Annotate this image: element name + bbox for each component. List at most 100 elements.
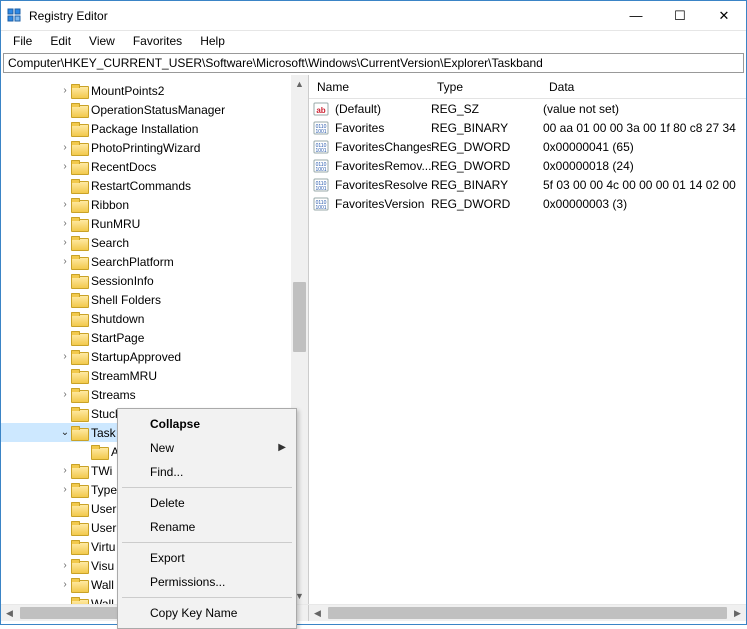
menu-favorites[interactable]: Favorites bbox=[125, 32, 190, 50]
tree-item[interactable]: › Ribbon bbox=[1, 195, 308, 214]
value-type: REG_SZ bbox=[431, 102, 543, 116]
chevron-right-icon[interactable]: › bbox=[59, 85, 71, 96]
work-area: ›MountPoints2 OperationStatusManager Packa… bbox=[1, 75, 746, 604]
tree-label: RestartCommands bbox=[91, 179, 191, 193]
folder-icon bbox=[71, 217, 87, 230]
svg-text:1001: 1001 bbox=[315, 148, 326, 154]
column-data[interactable]: Data bbox=[541, 76, 746, 98]
list-hscroll-right-icon[interactable]: ▶ bbox=[729, 608, 746, 619]
menubar: File Edit View Favorites Help bbox=[1, 31, 746, 51]
chevron-right-icon[interactable]: › bbox=[59, 465, 71, 476]
chevron-right-icon[interactable]: › bbox=[59, 256, 71, 267]
column-type[interactable]: Type bbox=[429, 76, 541, 98]
tree-item[interactable]: ›PhotoPrintingWizard bbox=[1, 138, 308, 157]
tree-label: Type bbox=[91, 483, 117, 497]
chevron-right-icon[interactable]: › bbox=[59, 142, 71, 153]
tree-item[interactable]: ›MountPoints2 bbox=[1, 81, 308, 100]
binary-value-icon: 01101001 bbox=[313, 177, 329, 193]
tree-item[interactable]: Shell Folders bbox=[1, 290, 308, 309]
tree-item[interactable]: StartPage bbox=[1, 328, 308, 347]
folder-icon bbox=[71, 369, 87, 382]
tree-label: OperationStatusManager bbox=[91, 103, 225, 117]
value-name: Favorites bbox=[335, 121, 384, 135]
ctx-find[interactable]: Find... bbox=[120, 460, 294, 484]
tree-item[interactable]: RestartCommands bbox=[1, 176, 308, 195]
tree-label: SessionInfo bbox=[91, 274, 154, 288]
list-row[interactable]: 01101001FavoritesVersionREG_DWORD0x00000… bbox=[309, 194, 746, 213]
tree-item[interactable]: › RunMRU bbox=[1, 214, 308, 233]
menu-view[interactable]: View bbox=[81, 32, 123, 50]
chevron-right-icon[interactable]: › bbox=[59, 237, 71, 248]
ctx-permissions[interactable]: Permissions... bbox=[120, 570, 294, 594]
chevron-right-icon[interactable]: › bbox=[59, 579, 71, 590]
tree-label: SearchPlatform bbox=[91, 255, 174, 269]
minimize-button[interactable]: — bbox=[614, 1, 658, 30]
folder-icon bbox=[71, 331, 87, 344]
list-hscroll-thumb[interactable] bbox=[328, 607, 727, 619]
menu-file[interactable]: File bbox=[5, 32, 40, 50]
chevron-right-icon[interactable]: › bbox=[59, 484, 71, 495]
ctx-rename[interactable]: Rename bbox=[120, 515, 294, 539]
tree-label: Shell Folders bbox=[91, 293, 161, 307]
tree-item[interactable]: OperationStatusManager bbox=[1, 100, 308, 119]
close-button[interactable]: ✕ bbox=[702, 1, 746, 30]
svg-text:1001: 1001 bbox=[315, 186, 326, 192]
value-name: FavoritesVersion bbox=[335, 197, 424, 211]
list-hscroll-left-icon[interactable]: ◀ bbox=[309, 608, 326, 619]
tree-label: RunMRU bbox=[91, 217, 140, 231]
tree-label: Visu bbox=[91, 559, 114, 573]
binary-value-icon: 01101001 bbox=[313, 158, 329, 174]
chevron-right-icon[interactable]: › bbox=[59, 560, 71, 571]
tree-label: TWi bbox=[91, 464, 112, 478]
tree-item[interactable]: SessionInfo bbox=[1, 271, 308, 290]
tree-label: RecentDocs bbox=[91, 160, 156, 174]
value-type: REG_DWORD bbox=[431, 197, 543, 211]
tree-item[interactable]: › RecentDocs bbox=[1, 157, 308, 176]
list-row[interactable]: 01101001FavoritesREG_BINARY00 aa 01 00 0… bbox=[309, 118, 746, 137]
chevron-right-icon[interactable]: › bbox=[59, 351, 71, 362]
value-data: (value not set) bbox=[543, 102, 746, 116]
scroll-thumb[interactable] bbox=[293, 282, 306, 352]
scroll-up-icon[interactable]: ▲ bbox=[291, 75, 308, 92]
list-row[interactable]: ab(Default)REG_SZ(value not set) bbox=[309, 99, 746, 118]
column-name[interactable]: Name bbox=[309, 76, 429, 98]
list-row[interactable]: 01101001FavoritesResolveREG_BINARY5f 03 … bbox=[309, 175, 746, 194]
ctx-export[interactable]: Export bbox=[120, 546, 294, 570]
tree-item[interactable]: Shutdown bbox=[1, 309, 308, 328]
value-data: 0x00000041 (65) bbox=[543, 140, 746, 154]
chevron-right-icon[interactable]: › bbox=[59, 199, 71, 210]
list-row[interactable]: 01101001FavoritesChangesREG_DWORD0x00000… bbox=[309, 137, 746, 156]
titlebar: Registry Editor — ☐ ✕ bbox=[1, 1, 746, 31]
chevron-right-icon[interactable]: › bbox=[59, 389, 71, 400]
value-data: 0x00000003 (3) bbox=[543, 197, 746, 211]
folder-icon bbox=[71, 502, 87, 515]
ctx-copykey[interactable]: Copy Key Name bbox=[120, 601, 294, 625]
folder-icon bbox=[71, 464, 87, 477]
ctx-new[interactable]: New ▶ bbox=[120, 436, 294, 460]
tree-item[interactable]: ›StartupApproved bbox=[1, 347, 308, 366]
tree-label: User bbox=[91, 521, 116, 535]
value-type: REG_DWORD bbox=[431, 159, 543, 173]
tree-item[interactable]: Package Installation bbox=[1, 119, 308, 138]
ctx-collapse[interactable]: Collapse bbox=[120, 412, 294, 436]
chevron-down-icon[interactable]: ⌄ bbox=[59, 427, 71, 438]
tree-label: StreamMRU bbox=[91, 369, 157, 383]
tree-item[interactable]: ›Streams bbox=[1, 385, 308, 404]
tree-item[interactable]: › SearchPlatform bbox=[1, 252, 308, 271]
chevron-right-icon[interactable]: › bbox=[59, 161, 71, 172]
chevron-right-icon[interactable]: › bbox=[59, 218, 71, 229]
ctx-delete[interactable]: Delete bbox=[120, 491, 294, 515]
list-row[interactable]: 01101001FavoritesRemov...REG_DWORD0x0000… bbox=[309, 156, 746, 175]
address-bar[interactable]: Computer\HKEY_CURRENT_USER\Software\Micr… bbox=[3, 53, 744, 73]
maximize-button[interactable]: ☐ bbox=[658, 1, 702, 30]
menu-edit[interactable]: Edit bbox=[42, 32, 79, 50]
value-data: 5f 03 00 00 4c 00 00 00 01 14 02 00 bbox=[543, 178, 746, 192]
tree-hscroll-left-icon[interactable]: ◀ bbox=[1, 608, 18, 619]
folder-icon bbox=[71, 198, 87, 211]
submenu-arrow-icon: ▶ bbox=[278, 442, 286, 453]
menu-help[interactable]: Help bbox=[192, 32, 233, 50]
binary-value-icon: 01101001 bbox=[313, 120, 329, 136]
tree-item[interactable]: ›Search bbox=[1, 233, 308, 252]
tree-item[interactable]: StreamMRU bbox=[1, 366, 308, 385]
tree-label: Ribbon bbox=[91, 198, 129, 212]
